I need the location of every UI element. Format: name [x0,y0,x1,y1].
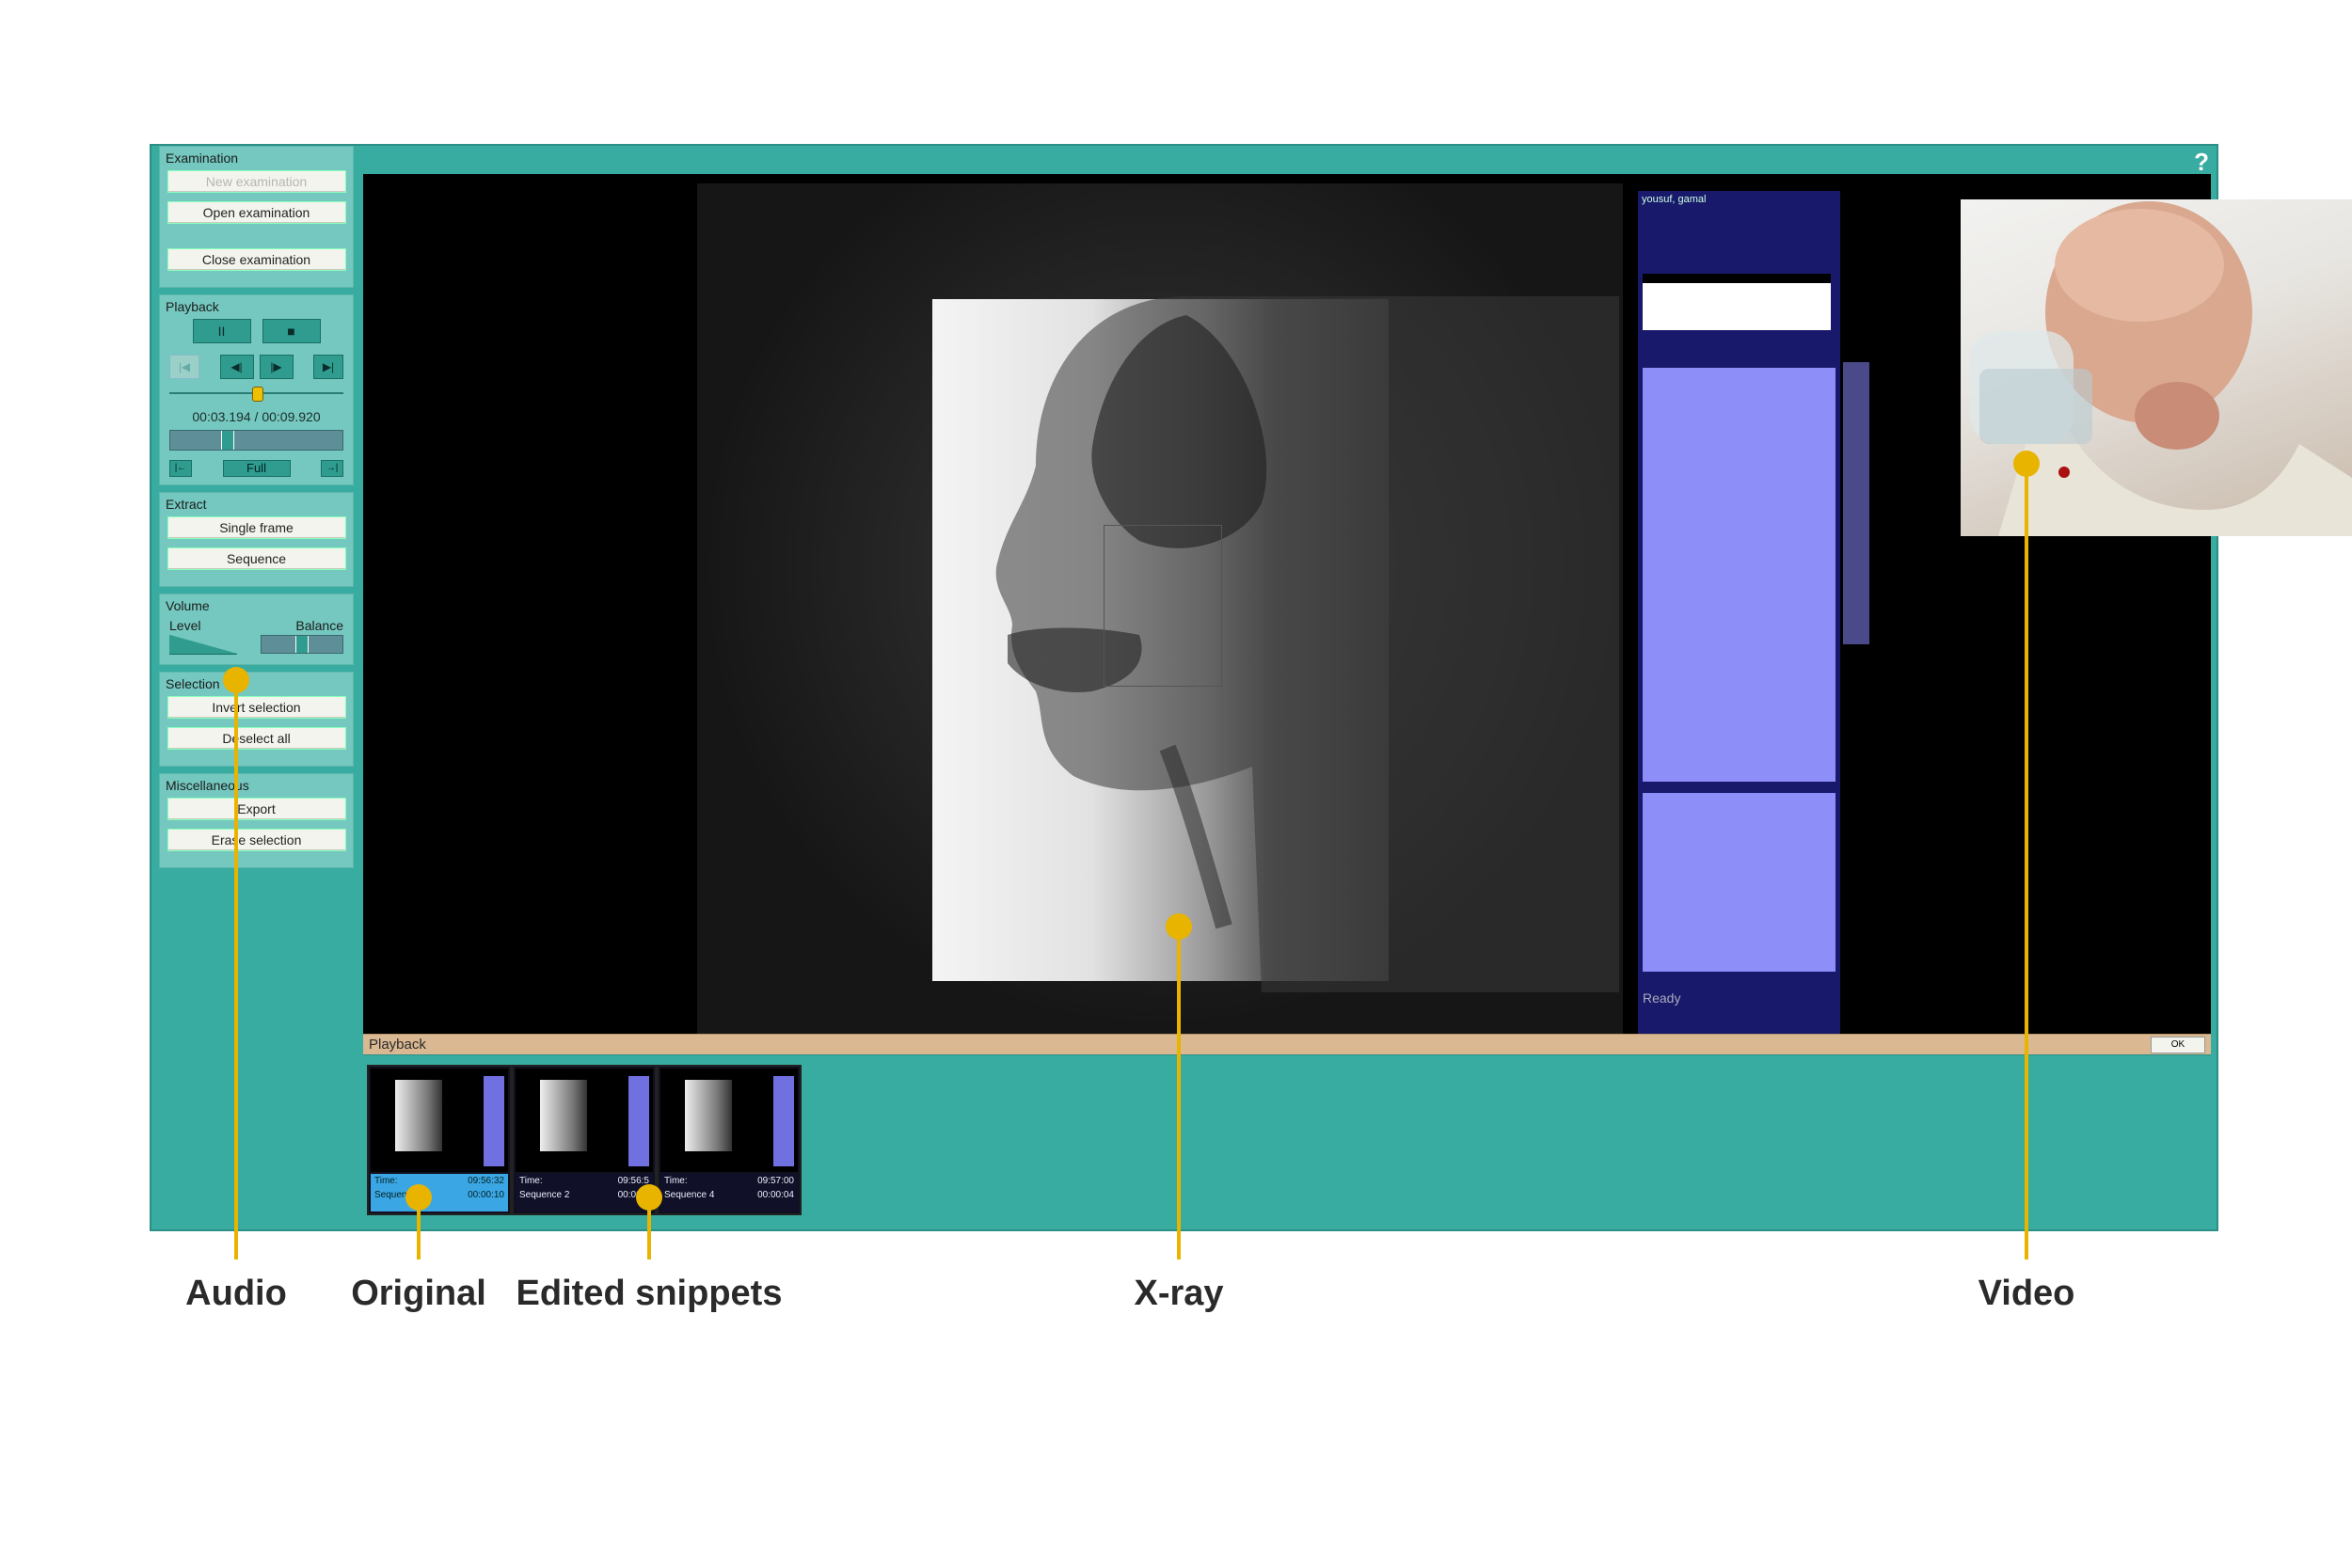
full-button[interactable]: Full [222,460,291,477]
app-window: ? Examination New examination Open exami… [150,144,2352,1231]
image-tools[interactable] [1643,793,1836,972]
slider-knob[interactable] [252,387,263,402]
step-back-icon[interactable]: ◀| [219,355,254,379]
annotation-label-edited: Edited snippets [516,1274,783,1313]
thumbnail-original[interactable]: Time: 09:56:32 Sequence 00:00:10 [367,1065,512,1215]
timeline-scrubber[interactable] [169,430,343,451]
step-forward-icon[interactable]: |▶ [259,355,294,379]
thumbnail-snippet[interactable]: Time: 09:57:00 Sequence 4 00:00:04 [657,1065,802,1215]
volume-level-slider[interactable] [169,635,237,655]
patient-name: yousuf, gamal [1642,194,1707,205]
invert-selection-button[interactable]: Invert selection [167,696,346,719]
close-examination-button[interactable]: Close examination [167,248,346,271]
ok-button[interactable]: OK [2151,1037,2205,1053]
annotation-label-original: Original [351,1274,486,1313]
patient-video [1961,199,2352,536]
balance-label: Balance [295,618,343,633]
skip-end-icon[interactable]: ▶| [313,355,343,379]
annotation-label-xray: X-ray [1134,1274,1224,1313]
annotation-dot-audio [223,667,249,693]
volume-group: Volume Level Balance [159,594,354,665]
extract-title: Extract [166,497,207,512]
level-label: Level [169,618,201,633]
stop-button[interactable]: ■ [262,319,321,343]
annotation-label-video: Video [1978,1274,2075,1313]
export-button[interactable]: Export [167,798,346,820]
examination-title: Examination [166,150,239,166]
playback-speed-slider[interactable] [169,387,343,402]
timeline-cursor[interactable] [221,431,234,450]
annotation-dot-video [2013,451,2040,477]
region-of-interest[interactable] [1104,525,1222,687]
annotation-line-video [2025,464,2028,1259]
playback-statusbar: Playback OK [363,1034,2211,1055]
extract-group: Extract Single frame Sequence [159,492,354,587]
misc-group: Miscellaneous Export Erase selection [159,773,354,868]
fluoro-settings[interactable] [1643,368,1836,782]
selection-title: Selection [166,676,220,691]
open-examination-button[interactable]: Open examination [167,201,346,224]
balance-slider[interactable] [261,635,343,654]
annotation-dot-edited [636,1184,662,1211]
deselect-all-button[interactable]: Deselect all [167,727,346,750]
skip-start-icon[interactable]: |◀ [169,355,199,379]
left-panel: Examination New examination Open examina… [159,146,354,875]
range-end-icon[interactable]: →| [321,460,343,477]
device-control-panel: yousuf, gamal Ready [1638,191,1840,1034]
annotation-dot-xray [1166,913,1192,940]
vertical-tab[interactable] [1843,362,1869,644]
help-icon[interactable]: ? [2194,148,2209,177]
video-viewer[interactable]: yousuf, gamal Ready [363,174,2211,1034]
playback-group: Playback II ■ |◀ ◀| |▶ ▶| 00:03.194 / 00… [159,294,354,485]
thumbnail-snippet[interactable]: Time: 09:56:5 Sequence 2 00:00:1 [512,1065,657,1215]
sequence-button[interactable]: Sequence [167,547,346,570]
annotation-line-audio [234,680,238,1259]
annotation-dot-original [405,1184,432,1211]
annotation-line-xray [1177,927,1181,1259]
range-start-icon[interactable]: |← [169,460,192,477]
single-frame-button[interactable]: Single frame [167,516,346,539]
misc-title: Miscellaneous [166,778,249,793]
new-examination-button[interactable]: New examination [167,170,346,193]
selection-group: Selection Invert selection Deselect all [159,672,354,767]
annotation-label-audio: Audio [185,1274,287,1313]
playback-title: Playback [166,299,219,314]
statusbar-label: Playback [369,1037,426,1053]
ready-status: Ready [1643,990,1681,1006]
volume-title: Volume [166,598,210,613]
playback-time: 00:03.194 / 00:09.920 [192,409,321,424]
pause-button[interactable]: II [192,319,251,343]
erase-selection-button[interactable]: Erase selection [167,829,346,851]
examination-group: Examination New examination Open examina… [159,146,354,288]
